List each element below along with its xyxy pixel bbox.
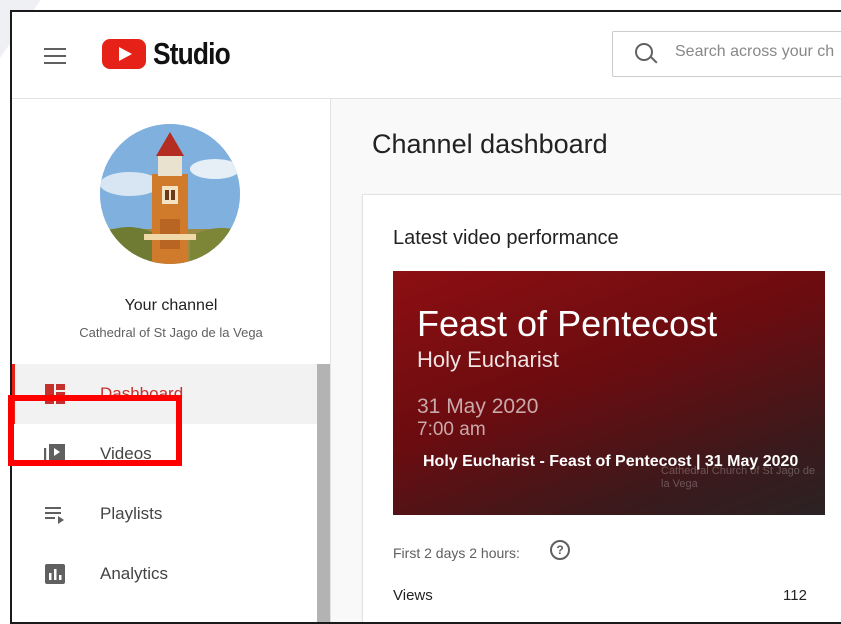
sidebar-item-label: Dashboard (100, 384, 184, 403)
dashboard-icon (45, 384, 65, 404)
video-title[interactable]: Holy Eucharist - Feast of Pentecost | 31… (423, 447, 803, 477)
video-thumbnail[interactable]: Feast of Pentecost Holy Eucharist 31 May… (393, 271, 825, 515)
sidebar-item-playlists[interactable]: Playlists (12, 484, 330, 544)
channel-label: Your channel (124, 297, 218, 314)
channel-avatar[interactable] (100, 124, 240, 264)
sidebar-item-analytics[interactable]: Analytics (12, 544, 330, 604)
top-bar: Studio (12, 12, 841, 99)
studio-logo[interactable]: Studio (102, 36, 243, 72)
page-title: Channel dashboard (372, 129, 608, 159)
metric-label: Views (393, 587, 433, 604)
playlists-icon (45, 507, 64, 524)
studio-window: Studio You (10, 10, 841, 624)
sidebar-item-label: Analytics (100, 564, 169, 583)
thumbnail-date: 31 May 2020 (417, 395, 539, 418)
search-input[interactable] (673, 42, 841, 62)
sidebar-item-label: Videos (100, 444, 152, 463)
menu-icon[interactable] (44, 48, 66, 64)
logo-text: Studio (153, 36, 231, 71)
thumbnail-subheading: Holy Eucharist (417, 347, 559, 372)
help-icon[interactable]: ? (550, 540, 570, 560)
period-label: First 2 days 2 hours: (393, 545, 520, 561)
cathedral-image (100, 124, 240, 264)
sidebar-item-dashboard[interactable]: Dashboard (12, 364, 330, 424)
analytics-icon (45, 564, 65, 584)
search-box[interactable] (612, 31, 841, 77)
latest-video-card: Latest video performance Feast of Pentec… (362, 194, 841, 622)
sidebar-nav: Dashboard Videos Playlists Analytics (12, 364, 330, 604)
sidebar-scrollbar[interactable] (317, 364, 330, 622)
search-icon[interactable] (635, 43, 653, 61)
thumbnail-time: 7:00 am (417, 419, 486, 440)
channel-name: Cathedral of St Jago de la Vega (79, 325, 263, 340)
sidebar-item-videos[interactable]: Videos (12, 424, 330, 484)
videos-icon (44, 444, 65, 465)
thumbnail-heading: Feast of Pentecost (417, 303, 718, 344)
metric-value: 112 (783, 587, 807, 604)
card-title: Latest video performance (393, 227, 619, 249)
youtube-play-icon (102, 39, 146, 69)
sidebar-item-label: Playlists (100, 504, 163, 523)
sidebar: Your channel Cathedral of St Jago de la … (12, 99, 331, 622)
